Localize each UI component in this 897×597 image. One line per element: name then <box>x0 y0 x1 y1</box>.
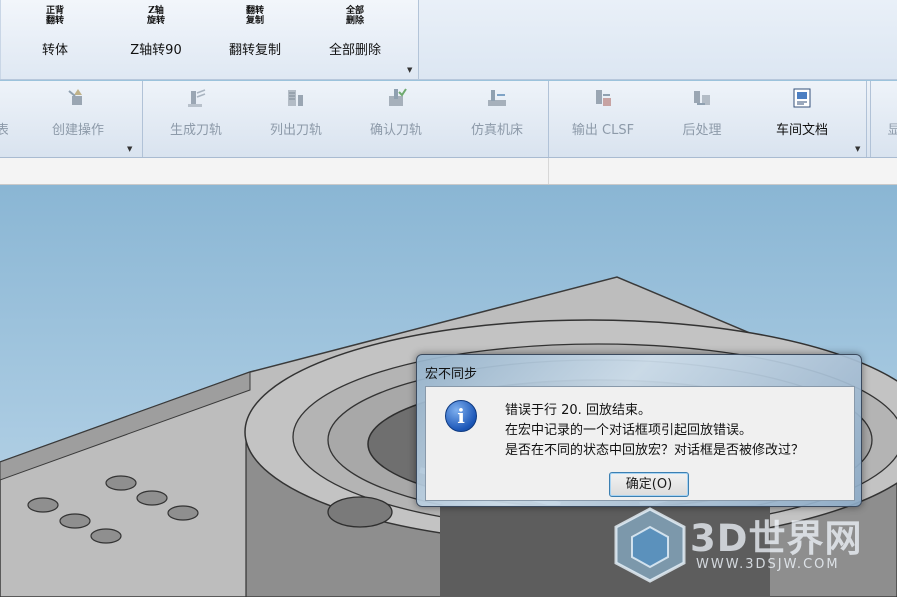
create-operation-label: 创建操作 <box>51 123 104 138</box>
verify-toolpath-icon <box>389 88 407 106</box>
hole <box>136 490 168 506</box>
toolbar-strip <box>0 158 897 185</box>
simulate-machine-label: 仿真机床 <box>470 123 523 138</box>
hole <box>105 475 137 491</box>
verify-toolpath-label: 确认刀轨 <box>369 123 422 138</box>
partial-left-label: 表 <box>0 123 8 138</box>
ribbon-top-row: 正背 翻转 转体 Z轴 旋转 Z轴转90 翻转 复制 翻转复制 全部 删除 全部删除 ▼ <box>0 0 897 80</box>
flip-body-icon: 正背 翻转 <box>45 6 64 26</box>
ribbon-group-part-transform: 正背 翻转 转体 Z轴 旋转 Z轴转90 翻转 复制 翻转复制 全部 删除 全部删除 ▼ <box>0 0 419 79</box>
dialog-title: 宏不同步 <box>425 367 478 382</box>
delete-all-button[interactable]: 全部 删除 全部删除 <box>310 4 400 62</box>
output-clsf-button[interactable]: 输出 CLSF <box>562 85 644 145</box>
flip-copy-icon: 翻转 复制 <box>245 6 264 26</box>
hole <box>59 513 91 529</box>
simulate-machine-icon <box>488 90 506 106</box>
create-operation-button[interactable]: 创建操作 <box>38 85 118 145</box>
shop-docs-icon <box>793 88 811 108</box>
strip-divider <box>548 158 549 184</box>
ribbon-group-insert: 表 创建操作 ▼ <box>0 81 143 157</box>
ribbon-operations-row: 表 创建操作 ▼ 生成刀轨 列出刀轨 确认刀轨 仿真机床 输出 CLSF 后处理… <box>0 81 897 158</box>
shop-docs-button[interactable]: 车间文档 <box>764 85 840 145</box>
ok-button[interactable]: 确定(O) <box>609 472 689 497</box>
flip-copy-button[interactable]: 翻转 复制 翻转复制 <box>210 4 300 62</box>
verify-toolpath-button[interactable]: 确认刀轨 <box>358 85 434 145</box>
z-rotate-label: Z轴转90 <box>130 43 182 58</box>
delete-all-icon: 全部 删除 <box>345 6 364 26</box>
shop-docs-label: 车间文档 <box>775 123 828 138</box>
create-operation-icon <box>68 89 82 105</box>
info-icon: i <box>445 400 477 432</box>
generate-toolpath-icon <box>188 89 206 107</box>
watermark-cube-logo <box>614 507 686 583</box>
boss-hole <box>327 496 393 528</box>
z-rotate-90-button[interactable]: Z轴 旋转 Z轴转90 <box>111 4 201 62</box>
partial-right-label: 显 <box>887 123 897 138</box>
watermark-url: WWW.3DSJW.COM <box>696 557 840 572</box>
list-toolpath-icon <box>288 90 303 106</box>
output-clsf-icon <box>596 90 611 106</box>
postprocess-icon <box>694 91 710 105</box>
delete-all-label: 全部删除 <box>328 43 381 58</box>
generate-toolpath-button[interactable]: 生成刀轨 <box>158 85 234 145</box>
message-line-3: 是否在不同的状态中回放宏？对话框是否被修改过？ <box>505 443 805 458</box>
partial-left-button: 表 <box>0 85 8 145</box>
macro-out-of-sync-dialog: 宏不同步 i 错误于行 20. 回放结束。 在宏中记录的一个对话框项引起回放错误… <box>416 354 862 507</box>
output-clsf-label: 输出 CLSF <box>571 123 635 138</box>
postprocess-button[interactable]: 后处理 <box>664 85 740 145</box>
list-toolpath-label: 列出刀轨 <box>269 123 322 138</box>
group-expand-arrow-icon[interactable]: ▼ <box>127 145 132 153</box>
z-rotate-icon: Z轴 旋转 <box>146 6 165 26</box>
group-expand-arrow-icon[interactable]: ▼ <box>407 66 412 74</box>
generate-toolpath-label: 生成刀轨 <box>169 123 222 138</box>
flip-copy-label: 翻转复制 <box>228 43 281 58</box>
flip-body-button[interactable]: 正背 翻转 转体 <box>10 4 100 62</box>
message-line-1: 错误于行 20. 回放结束。 <box>505 403 651 418</box>
postprocess-label: 后处理 <box>682 123 722 138</box>
hole <box>167 505 199 521</box>
group-expand-arrow-icon[interactable]: ▼ <box>855 145 860 153</box>
ribbon-group-output: 输出 CLSF 后处理 车间文档 ▼ <box>552 81 867 157</box>
dialog-body: i 错误于行 20. 回放结束。 在宏中记录的一个对话框项引起回放错误。 是否在… <box>425 386 855 501</box>
ribbon-group-display: 显 <box>870 81 897 157</box>
partial-right-button[interactable]: 显 <box>879 85 897 145</box>
list-toolpath-button[interactable]: 列出刀轨 <box>258 85 334 145</box>
flip-body-label: 转体 <box>41 43 68 58</box>
hole <box>27 497 59 513</box>
message-line-2: 在宏中记录的一个对话框项引起回放错误。 <box>505 423 753 438</box>
ribbon-group-toolpath: 生成刀轨 列出刀轨 确认刀轨 仿真机床 <box>146 81 549 157</box>
dialog-message: 错误于行 20. 回放结束。 在宏中记录的一个对话框项引起回放错误。 是否在不同… <box>505 401 804 461</box>
hole <box>90 528 122 544</box>
simulate-machine-button[interactable]: 仿真机床 <box>456 85 538 145</box>
watermark-text: 3D世界网 <box>690 517 863 560</box>
